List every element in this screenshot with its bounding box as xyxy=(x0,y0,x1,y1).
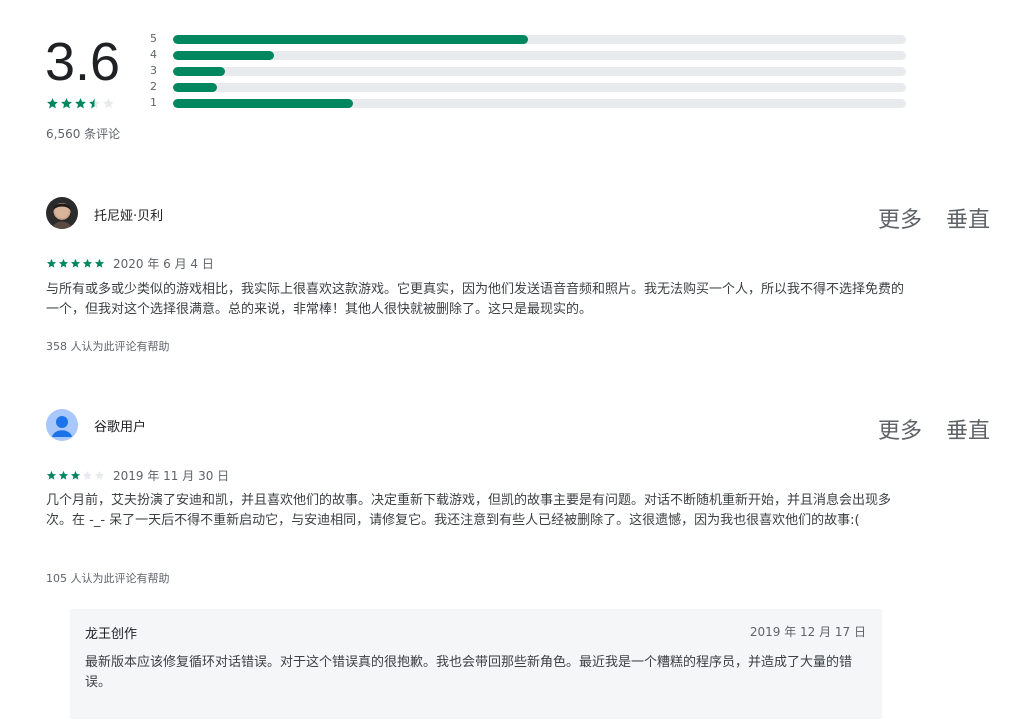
review-actions: 更多 垂直 xyxy=(878,202,990,234)
review-stars xyxy=(46,470,105,481)
rating-bar-track xyxy=(173,83,906,92)
rating-bar-track xyxy=(173,35,906,44)
review-author[interactable]: 谷歌用户 xyxy=(94,416,146,435)
star-icon xyxy=(82,258,93,269)
avatar xyxy=(46,197,78,229)
rating-bar-label: 5 xyxy=(150,32,157,45)
review-text: 几个月前，艾夫扮演了安迪和凯，并且喜欢他们的故事。决定重新下载游戏，但凯的故事主… xyxy=(46,493,892,528)
star-icon xyxy=(70,470,81,481)
default-user-icon xyxy=(46,409,78,441)
star-icon xyxy=(70,258,81,269)
rating-bar-label: 3 xyxy=(150,64,157,77)
star-icon xyxy=(46,258,57,269)
reply-text: 最新版本应该修复循环对话错误。对于这个错误真的很抱歉。我也会带回那些新角色。最近… xyxy=(85,655,853,690)
rating-bar-track xyxy=(173,67,906,76)
star-icon xyxy=(88,97,101,110)
star-icon xyxy=(82,470,93,481)
review-actions: 更多 垂直 xyxy=(878,413,990,445)
star-icon xyxy=(58,470,69,481)
rating-bar-row: 4 xyxy=(150,49,910,65)
star-icon xyxy=(94,258,105,269)
review-date: 2020 年 6 月 4 日 xyxy=(113,257,214,271)
more-button[interactable]: 更多 xyxy=(878,413,922,445)
more-button[interactable]: 更多 xyxy=(878,202,922,234)
star-icon xyxy=(58,258,69,269)
rating-bar-fill xyxy=(173,83,217,92)
rating-bar-label: 4 xyxy=(150,48,157,61)
helpful-count: 358 人认为此评论有帮助 xyxy=(46,340,170,353)
vertical-button[interactable]: 垂直 xyxy=(946,413,990,445)
rating-bar-row: 3 xyxy=(150,65,910,81)
review-stars xyxy=(46,258,105,269)
review-author[interactable]: 托尼娅·贝利 xyxy=(94,205,163,224)
rating-bar-fill xyxy=(173,99,354,108)
rating-bar-row: 1 xyxy=(150,97,910,113)
developer-reply: 龙王创作 2019 年 12 月 17 日 最新版本应该修复循环对话错误。对于这… xyxy=(70,609,882,719)
rating-bar-fill xyxy=(173,67,226,76)
star-icon xyxy=(74,97,87,110)
rating-distribution: 5 4 3 2 1 xyxy=(150,33,910,113)
rating-bar-track xyxy=(173,99,906,108)
rating-bar-label: 2 xyxy=(150,80,157,93)
vertical-button[interactable]: 垂直 xyxy=(946,202,990,234)
rating-bar-row: 5 xyxy=(150,33,910,49)
rating-bar-fill xyxy=(173,35,528,44)
review-text: 与所有或多或少类似的游戏相比，我实际上很喜欢这款游戏。它更真实，因为他们发送语音… xyxy=(46,282,905,317)
review-count: 6,560 条评论 xyxy=(46,127,121,141)
reply-author: 龙王创作 xyxy=(85,627,138,642)
rating-bar-row: 2 xyxy=(150,81,910,97)
star-icon xyxy=(60,97,73,110)
review-date: 2019 年 11 月 30 日 xyxy=(113,469,230,483)
rating-bar-fill xyxy=(173,51,275,60)
helpful-count: 105 人认为此评论有帮助 xyxy=(46,572,170,585)
star-icon xyxy=(46,470,57,481)
rating-bar-track xyxy=(173,51,906,60)
review-meta: 2020 年 6 月 4 日 xyxy=(46,255,214,272)
rating-summary: 3.6 6,560 条评论 5 4 3 2 1 xyxy=(0,0,1025,160)
rating-bar-label: 1 xyxy=(150,96,157,109)
star-icon xyxy=(94,470,105,481)
star-icon xyxy=(102,97,115,110)
average-stars xyxy=(46,97,115,110)
star-icon xyxy=(46,97,59,110)
reply-date: 2019 年 12 月 17 日 xyxy=(749,625,866,639)
average-score: 3.6 xyxy=(45,32,121,92)
review-meta: 2019 年 11 月 30 日 xyxy=(46,467,229,484)
